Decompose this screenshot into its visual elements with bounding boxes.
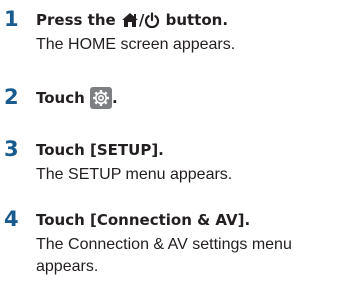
step-result: The SETUP menu appears. (36, 166, 233, 183)
result-line: The Connection & AV settings menu (36, 236, 292, 253)
step-number: 4 (4, 207, 19, 231)
step-result: The HOME screen appears. (36, 36, 236, 53)
home-icon (121, 12, 139, 34)
step-instruction: Touch [SETUP]. (36, 141, 164, 159)
instruction-text: . (112, 89, 118, 107)
step-number: 2 (4, 85, 19, 109)
step-1: 1 Press the / button. The HOME screen ap… (0, 6, 356, 62)
step-instruction: Touch [Connection & AV]. (36, 211, 251, 229)
step-result: The Connection & AV settings menu appear… (36, 234, 346, 278)
result-line: appears. (36, 258, 99, 275)
step-2: 2 Touch . (0, 84, 356, 114)
step-number: 1 (4, 7, 19, 31)
instruction-text: button. (160, 11, 229, 29)
step-instruction: Touch . (36, 87, 118, 109)
settings-gear-icon (90, 87, 113, 109)
step-instruction: Press the / button. (36, 9, 228, 34)
step-4: 4 Touch [Connection & AV]. The Connectio… (0, 206, 356, 281)
instruction-text: Press the (36, 11, 121, 29)
step-number: 3 (4, 137, 19, 161)
power-icon (144, 12, 160, 34)
instruction-text: Touch (36, 89, 91, 107)
step-3: 3 Touch [SETUP]. The SETUP menu appears. (0, 136, 356, 192)
